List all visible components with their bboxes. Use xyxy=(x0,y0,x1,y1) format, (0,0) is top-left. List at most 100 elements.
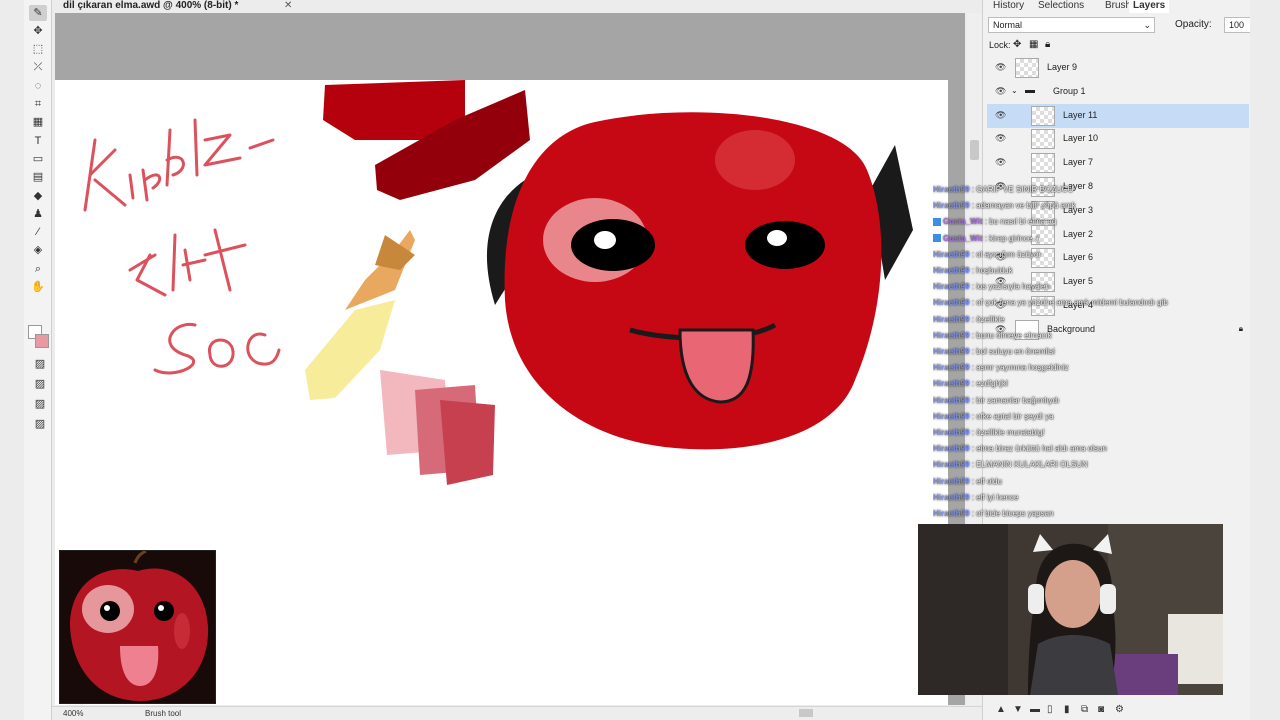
chat-text: of çok fena ya yüzüne ama amk midemi bul… xyxy=(976,298,1168,308)
bucket-tool-icon[interactable]: ◈ xyxy=(29,243,47,259)
chat-text: ELMANIN KULAKLARI OLSUN xyxy=(976,460,1088,470)
layer-row[interactable]: 👁︎ Layer 10 xyxy=(987,127,1249,151)
chat-message: Hiraeth99 : elf oldu xyxy=(933,475,1002,491)
document-tab[interactable]: dil çıkaran elma.awd @ 400% (8-bit) * ✕ xyxy=(52,0,982,13)
tab-selections[interactable]: Selections xyxy=(1034,0,1088,13)
blend-mode-select[interactable]: Normal ⌄ xyxy=(988,17,1155,33)
visibility-eye-icon[interactable]: 👁︎ xyxy=(995,133,1006,144)
active-tool-readout: Brush tool xyxy=(145,709,182,718)
brush-texture-icon[interactable]: ▨ xyxy=(29,416,51,432)
grid-tool-icon[interactable]: ▦ xyxy=(29,115,47,131)
tab-history[interactable]: History xyxy=(989,0,1028,13)
chat-username: Hiraeth99 xyxy=(933,298,970,308)
move-tool-icon[interactable]: ✥ xyxy=(29,23,47,39)
chat-message: Hiraeth99 : elma biraz ürküttü hal aldı … xyxy=(933,442,1107,458)
folder-icon: ▬ xyxy=(1025,84,1035,96)
move-up-icon[interactable]: ▲ xyxy=(996,704,1006,715)
chat-text: elf iyi hence xyxy=(976,492,1019,502)
chat-message: Hiraeth99 : özellikle muratabig! xyxy=(933,426,1045,442)
eraser-tool-icon[interactable]: ◆ xyxy=(29,188,47,204)
layer-settings-icon[interactable]: ⚙ xyxy=(1115,704,1124,715)
hand-tool-icon[interactable]: ✋ xyxy=(29,280,47,296)
chat-username: Hiraeth99 xyxy=(933,249,970,259)
group-expand-chevron-icon[interactable]: ⌄ xyxy=(1011,86,1018,95)
apple-body xyxy=(504,112,882,450)
chat-username: Hiraeth99 xyxy=(933,266,970,275)
chat-message: Hiraeth99 : özellikle xyxy=(933,313,1005,329)
chat-message: Hiraeth99 : bol suluyu en önemlisi xyxy=(933,345,1055,361)
layer-actions: ▲ ▼ ▬ ▯ ▮ ⧉ ◙ ⚙ xyxy=(996,704,1136,718)
visibility-eye-icon[interactable]: 👁︎ xyxy=(995,86,1006,97)
right-eye xyxy=(745,221,825,269)
chat-message: Gusta_Wit : kirap girince :( xyxy=(933,232,1039,248)
lasso-tool-icon[interactable]: ◌ xyxy=(29,78,47,94)
gradient-tool-icon[interactable]: ▤ xyxy=(29,170,47,186)
document-title: dil çıkaran elma.awd @ 400% (8-bit) * xyxy=(63,0,239,11)
swatch-orange xyxy=(345,230,415,310)
chat-message: Hiraeth99 : asmr yayınına hoşgeldiniz xyxy=(933,361,1069,377)
rect-select-tool-icon[interactable]: ⬚ xyxy=(29,42,47,58)
crop-tool-icon[interactable]: ⌗ xyxy=(29,97,47,113)
reference-image xyxy=(59,550,216,704)
panel-side-strip xyxy=(1250,0,1280,720)
layer-row[interactable]: 👁︎ Layer 9 xyxy=(987,56,1249,80)
chat-text: ios yazısıyla hayalen xyxy=(976,282,1050,292)
chat-username: Hiraeth99 xyxy=(933,476,970,486)
stamp-tool-icon[interactable]: ♟ xyxy=(29,206,47,222)
mask-icon[interactable]: ◙ xyxy=(1098,704,1104,715)
chat-message: Hiraeth99 : of çok fena ya yüzüne ama am… xyxy=(933,296,1168,312)
chat-username: Hiraeth99 xyxy=(933,347,970,356)
secondary-color-swatch[interactable] xyxy=(35,334,49,348)
chat-username: Hiraeth99 xyxy=(933,395,970,405)
move-down-icon[interactable]: ▼ xyxy=(1013,704,1023,715)
lock-pixels-icon[interactable]: ▦ xyxy=(1029,39,1038,50)
brush-tool-icon[interactable]: ✎ xyxy=(29,5,47,21)
chat-text: elma biraz ürküttü hal aldı ama olsun xyxy=(976,444,1107,454)
new-group-icon[interactable]: ▬ xyxy=(1030,704,1040,715)
layer-row[interactable]: 👁︎ Layer 7 xyxy=(987,151,1249,175)
swatch-deep-rose xyxy=(440,400,495,485)
chat-text: kirap girince :( xyxy=(989,233,1040,243)
chat-username: Hiraeth99 xyxy=(933,428,970,437)
zoom-readout[interactable]: 400% xyxy=(63,709,83,718)
layer-name: Layer 11 xyxy=(1063,109,1098,120)
lock-label: Lock: xyxy=(989,40,1011,50)
chat-message: Hiraeth99 : hoşbulduk xyxy=(933,264,1013,280)
opacity-value: 100 xyxy=(1229,20,1245,30)
lock-all-icon[interactable]: 🔒︎ xyxy=(1045,39,1050,50)
chat-text: özellikle xyxy=(976,314,1005,324)
duplicate-layer-icon[interactable]: ⧉ xyxy=(1081,704,1088,715)
eyedropper-tool-icon[interactable]: ⁄ xyxy=(29,225,47,241)
shape-tool-icon[interactable]: ▭ xyxy=(29,151,47,167)
chat-username: Hiraeth99 xyxy=(933,330,970,340)
visibility-eye-icon[interactable]: 👁︎ xyxy=(995,157,1006,168)
layer-row[interactable]: 👁︎ Layer 11 xyxy=(987,103,1249,128)
handwriting-strokes xyxy=(83,118,281,375)
status-bar: 400% Brush tool xyxy=(52,706,982,720)
layer-row[interactable]: 👁︎ ⌄ ▬ Group 1 xyxy=(987,80,1249,104)
user-badge-icon xyxy=(933,218,941,227)
chat-username: Hiraeth99 xyxy=(933,509,970,518)
chat-username: Hiraeth99 xyxy=(933,492,970,502)
brush-shape-icon[interactable]: ▨ xyxy=(29,356,51,372)
chat-message: Hiraeth99 : elf iyi hence xyxy=(933,491,1018,507)
magic-wand-tool-icon[interactable]: ⤫ xyxy=(29,60,47,76)
brush-dynamics-icon[interactable]: ▨ xyxy=(29,376,51,392)
delete-layer-icon[interactable]: ▮ xyxy=(1064,704,1070,715)
tab-layers[interactable]: Layers xyxy=(1129,0,1170,13)
visibility-eye-icon[interactable]: 👁︎ xyxy=(995,110,1006,121)
locked-layer-icon: 🔒︎ xyxy=(1238,323,1243,333)
zoom-tool-icon[interactable]: ⌕ xyxy=(29,261,47,277)
new-layer-icon[interactable]: ▯ xyxy=(1047,704,1053,715)
chat-text: of bide biceps yapsan xyxy=(976,509,1054,518)
layer-name: Group 1 xyxy=(1053,85,1086,96)
text-tool-icon[interactable]: T xyxy=(29,133,47,149)
lock-position-icon[interactable]: ✥ xyxy=(1013,39,1021,50)
vertical-scroll-thumb[interactable] xyxy=(970,140,979,160)
chat-username: Hiraeth99 xyxy=(933,363,970,373)
horizontal-scroll-thumb[interactable] xyxy=(799,709,813,717)
brush-size-icon[interactable]: ▨ xyxy=(29,396,51,412)
visibility-eye-icon[interactable]: 👁︎ xyxy=(995,62,1006,73)
close-document-icon[interactable]: ✕ xyxy=(284,0,292,12)
chat-text: bir zamanlar bağımlıydı xyxy=(976,395,1060,405)
